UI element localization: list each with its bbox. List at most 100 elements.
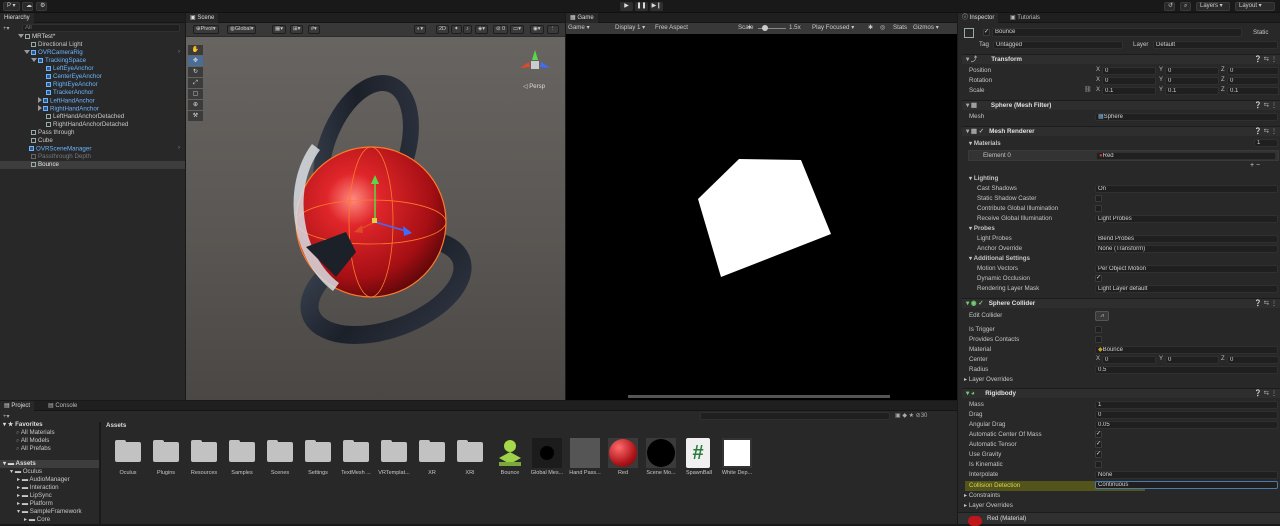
stats-button[interactable]: Stats xyxy=(893,24,907,32)
materials-count-field[interactable]: 1 xyxy=(1254,139,1278,147)
favorite-item[interactable]: ⌕ All Materials xyxy=(16,429,55,437)
anchor-override-field[interactable]: None (Transform) xyxy=(1095,245,1278,253)
auto-com-checkbox[interactable]: ✓ xyxy=(1095,431,1102,438)
tab-inspector[interactable]: ⓘ Inspector xyxy=(958,13,999,23)
mesh-renderer-header[interactable]: ▾ ▦ ✓ Mesh Renderer ❔ ⇆ ⋮ xyxy=(962,126,1280,136)
sphere-collider-header[interactable]: ▾ ◉ ✓ Sphere Collider ❔ ⇆ ⋮ xyxy=(962,298,1280,308)
toggle-2d-button[interactable]: 2D xyxy=(436,25,450,34)
folder-icon[interactable] xyxy=(457,440,483,462)
hierarchy-item[interactable]: TrackerAnchor xyxy=(46,89,93,97)
material-thumb[interactable] xyxy=(570,438,600,468)
position-y-field[interactable]: 0 xyxy=(1165,67,1219,75)
center-y-field[interactable]: 0 xyxy=(1165,356,1219,364)
move-tool-icon[interactable]: ✥ xyxy=(188,56,203,66)
link-icon[interactable]: ⛓ xyxy=(1084,86,1092,93)
lighting-toggle-icon[interactable]: ✦ xyxy=(451,25,462,34)
mute-audio-icon[interactable]: ✱ xyxy=(868,24,873,32)
transform-tool-icon[interactable]: ⊕ xyxy=(188,100,203,110)
aspect-dropdown[interactable]: Free Aspect ▾ xyxy=(655,24,751,32)
scale-tool-icon[interactable]: ⤢ xyxy=(188,78,203,88)
center-z-field[interactable]: 0 xyxy=(1227,356,1279,364)
tree-item-assets[interactable]: ▾ ▬ Assets xyxy=(3,460,36,468)
favorite-item[interactable]: ⌕ All Prefabs xyxy=(16,445,51,453)
hierarchy-item[interactable]: Directional Light xyxy=(31,41,82,49)
is-trigger-checkbox[interactable] xyxy=(1095,326,1102,333)
project-search-input[interactable] xyxy=(700,412,890,420)
interpolate-dropdown[interactable]: None xyxy=(1095,471,1278,479)
physic-material-icon[interactable] xyxy=(495,438,525,468)
hierarchy-item[interactable]: RightHandAnchorDetached xyxy=(46,121,128,129)
project-toolbar-icons[interactable]: ▣ ◆ ★ ⊘30 xyxy=(895,412,927,419)
hierarchy-item[interactable]: OVRCameraRig xyxy=(24,49,83,57)
rotation-y-field[interactable]: 0 xyxy=(1165,77,1219,85)
edit-collider-button[interactable]: ⩘ xyxy=(1095,311,1109,321)
light-probes-dropdown[interactable]: Blend Probes xyxy=(1095,235,1278,243)
cast-shadows-dropdown[interactable]: On xyxy=(1095,185,1278,193)
tree-item[interactable]: ▸ ▬ Platform xyxy=(17,500,53,508)
mass-field[interactable]: 1 xyxy=(1095,401,1278,409)
list-add-remove-buttons[interactable]: + − xyxy=(1250,162,1260,169)
mesh-object-field[interactable]: ▦Sphere xyxy=(1095,113,1278,121)
material-thumb[interactable] xyxy=(722,438,752,468)
tab-project[interactable]: ▤ Project xyxy=(0,401,35,411)
tree-item[interactable]: ▾ ▬ Oculus xyxy=(10,468,42,476)
step-icon[interactable]: ▶❙ xyxy=(650,2,663,11)
collision-detection-dropdown[interactable]: Continuous xyxy=(1095,481,1278,489)
is-kinematic-checkbox[interactable] xyxy=(1095,461,1102,468)
tab-game[interactable]: ▦ Game xyxy=(566,13,598,23)
tab-hierarchy[interactable]: Hierarchy xyxy=(0,13,34,23)
display-dropdown[interactable]: Display 1 ▾ xyxy=(615,24,645,32)
mesh-filter-header[interactable]: ▾ ▦ Sphere (Mesh Filter) ❔ ⇆ ⋮ xyxy=(962,100,1280,110)
radius-field[interactable]: 0.5 xyxy=(1095,366,1278,374)
search-icon[interactable]: ⌕ xyxy=(1180,2,1191,11)
game-scrollbar[interactable] xyxy=(628,395,890,398)
tab-console[interactable]: ▤ Console xyxy=(44,401,81,411)
additional-settings-foldout[interactable]: ▾ Additional Settings xyxy=(969,254,1030,263)
contribute-gi-checkbox[interactable] xyxy=(1095,205,1102,212)
tree-item[interactable]: ▸ ▬ Core xyxy=(24,516,50,524)
shading-mode-icon[interactable]: ◐▾ xyxy=(414,25,427,34)
hand-tool-icon[interactable]: ✋ xyxy=(188,45,203,55)
angular-drag-field[interactable]: 0.05 xyxy=(1095,421,1278,429)
folder-icon[interactable] xyxy=(191,440,217,462)
layout-dropdown[interactable]: Layout ▾ xyxy=(1235,2,1275,11)
dynamic-occlusion-checkbox[interactable]: ✓ xyxy=(1095,275,1102,282)
hierarchy-item[interactable]: Pass through xyxy=(31,129,74,137)
position-x-field[interactable]: 0 xyxy=(1102,67,1156,75)
provides-contacts-checkbox[interactable] xyxy=(1095,336,1102,343)
transform-header[interactable]: ▾ ⤴ Transform ❔ ⇆ ⋮ xyxy=(962,54,1280,64)
gizmos-toggle-icon[interactable]: ◉▾ xyxy=(530,25,544,34)
position-z-field[interactable]: 0 xyxy=(1227,67,1279,75)
overflow-menu-icon[interactable]: ⋮ xyxy=(547,25,559,34)
static-toggle[interactable]: Static xyxy=(1253,29,1268,37)
chevron-right-icon[interactable]: › xyxy=(178,145,180,151)
material-thumb[interactable] xyxy=(532,438,562,468)
folder-icon[interactable] xyxy=(267,440,293,462)
scene-viewport[interactable] xyxy=(186,37,565,400)
scale-y-field[interactable]: 0.1 xyxy=(1165,87,1219,95)
create-asset-icon[interactable]: +▾ xyxy=(3,413,10,420)
play-focused-dropdown[interactable]: Play Focused ▾ xyxy=(812,24,854,32)
pause-icon[interactable]: ❚❚ xyxy=(635,2,648,11)
rigidbody-layer-overrides-foldout[interactable]: ▸ Layer Overrides xyxy=(964,501,1013,510)
rotate-tool-icon[interactable]: ↻ xyxy=(188,67,203,77)
hierarchy-item[interactable]: LeftHandAnchor xyxy=(38,97,95,105)
scene-root[interactable]: MRTest* xyxy=(18,33,55,41)
grid-snap-icon[interactable]: ▦▾ xyxy=(272,25,286,34)
account-dropdown[interactable]: P ▾ xyxy=(3,2,20,11)
lighting-foldout[interactable]: ▾ Lighting xyxy=(969,174,998,183)
collider-material-field[interactable]: ◆Bounce xyxy=(1095,346,1278,354)
grid-toggle-icon[interactable]: #▾ xyxy=(308,25,320,34)
center-x-field[interactable]: 0 xyxy=(1102,356,1156,364)
layers-dropdown[interactable]: Layers ▾ xyxy=(1196,2,1230,11)
game-viewport[interactable] xyxy=(566,34,957,400)
hidden-objects-icon[interactable]: ⊘ 0 xyxy=(493,25,509,34)
probes-foldout[interactable]: ▾ Probes xyxy=(969,224,995,233)
scale-z-field[interactable]: 0.1 xyxy=(1227,87,1279,95)
folder-icon[interactable] xyxy=(305,440,331,462)
project-splitter[interactable] xyxy=(99,422,101,524)
audio-toggle-icon[interactable]: ♪ xyxy=(463,25,472,34)
rigidbody-header[interactable]: ▾ ◕ Rigidbody ❔ ⇆ ⋮ xyxy=(962,388,1280,398)
drag-field[interactable]: 0 xyxy=(1095,411,1278,419)
scale-slider-handle[interactable] xyxy=(762,25,768,31)
